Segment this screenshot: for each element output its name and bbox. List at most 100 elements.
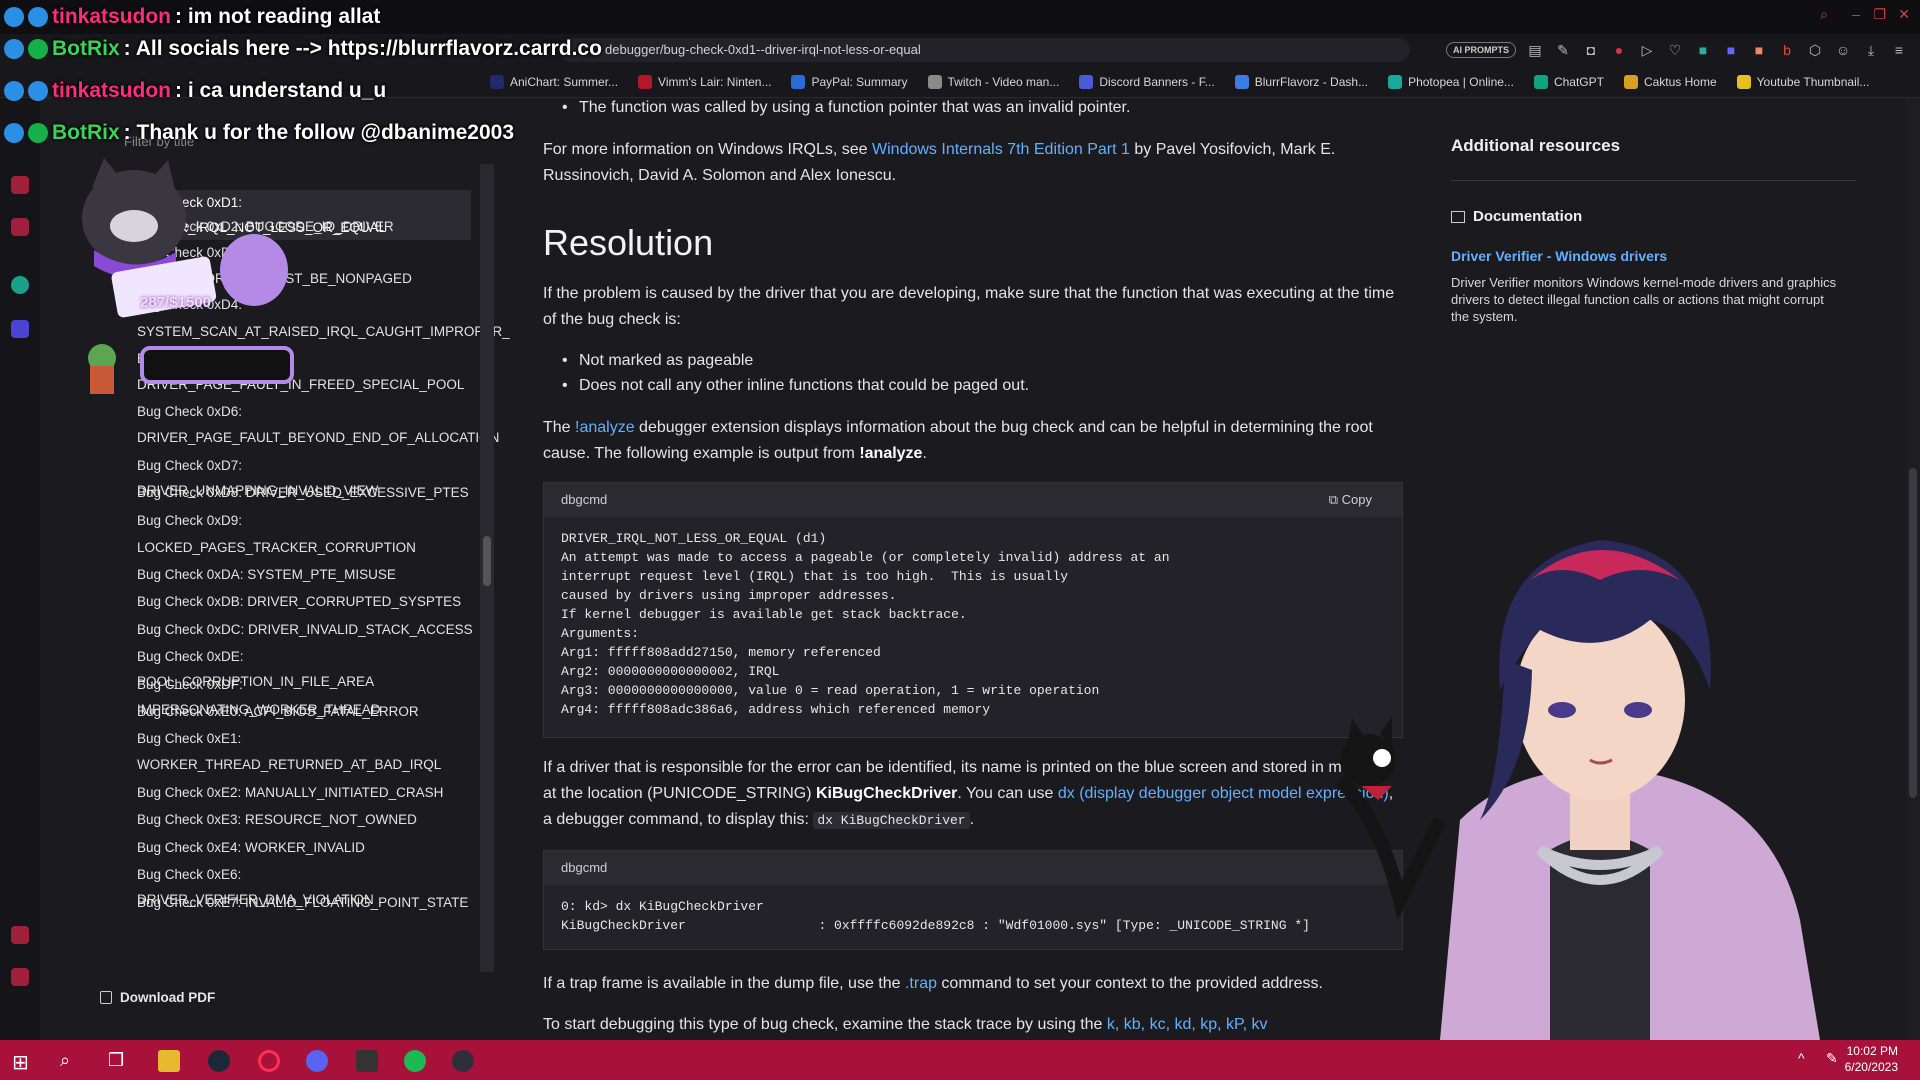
stack-command-links[interactable]: k, kb, kc, kd, kp, kP, kv <box>1107 1016 1268 1033</box>
browser-sidebar <box>0 98 40 1040</box>
search-icon[interactable]: ⌕ <box>1820 6 1828 23</box>
bookmark-item[interactable]: AniChart: Summer... <box>480 66 628 97</box>
camera-icon[interactable]: ◘ <box>1582 41 1600 59</box>
extension-icon[interactable]: ■ <box>1694 41 1712 59</box>
bookmark-favicon-icon <box>1623 74 1638 89</box>
bookmark-item[interactable]: Twitch - Video man... <box>918 66 1070 97</box>
divider <box>1451 180 1856 181</box>
chat-badge-icon <box>28 123 48 143</box>
bookmark-item[interactable]: Vimm's Lair: Ninten... <box>628 66 781 97</box>
dx-link[interactable]: dx <box>1058 785 1075 802</box>
url-input[interactable]: debugger/bug-check-0xd1--driver-irql-not… <box>560 38 1410 62</box>
calendar-icon[interactable] <box>11 176 29 194</box>
windows-start-icon[interactable]: ⊞ <box>12 1050 34 1074</box>
cube-icon[interactable]: ⬡ <box>1806 41 1824 59</box>
bookmark-label: Caktus Home <box>1643 74 1717 89</box>
heart-icon[interactable]: ♡ <box>1666 41 1684 59</box>
bookmark-favicon-icon <box>1736 74 1751 89</box>
extension-icon[interactable]: b <box>1778 41 1796 59</box>
code-header: dbgcmd ⧉ Copy <box>544 483 1402 517</box>
toc-item[interactable]: DRIVER_PAGE_FAULT_BEYOND_END_OF_ALLOCATI… <box>137 425 499 450</box>
toc-item[interactable]: Bug Check 0xE2: MANUALLY_INITIATED_CRASH <box>137 780 477 805</box>
profile-icon[interactable]: ☺ <box>1834 41 1852 59</box>
download-icon[interactable]: ⤓ <box>1862 41 1880 59</box>
file-explorer-icon[interactable] <box>158 1050 180 1072</box>
bookmark-item[interactable]: Photopea | Online... <box>1378 66 1524 97</box>
play-icon[interactable]: ▷ <box>1638 41 1656 59</box>
toc-item[interactable]: Bug Check 0xDB: DRIVER_CORRUPTED_SYSPTES <box>137 589 477 614</box>
steam-icon[interactable] <box>208 1050 230 1072</box>
main-scrollbar[interactable] <box>1906 98 1920 1040</box>
bookmark-item[interactable]: PayPal: Summary <box>781 66 917 97</box>
bookmark-label: AniChart: Summer... <box>510 74 619 89</box>
bookmark-label: ChatGPT <box>1553 74 1604 89</box>
chat-badge-icon <box>4 7 24 27</box>
bookmark-label: Discord Banners - F... <box>1099 74 1215 89</box>
main-scroll-thumb[interactable] <box>1909 468 1917 798</box>
bookmark-item[interactable]: Youtube Thumbnail... <box>1727 66 1880 97</box>
resolution-heading: Resolution <box>543 222 714 263</box>
driver-verifier-link[interactable]: Driver Verifier - Windows drivers <box>1451 248 1667 264</box>
discord-icon[interactable] <box>306 1050 328 1072</box>
extension-icon[interactable]: ■ <box>1750 41 1768 59</box>
toc-item[interactable]: Bug Check 0xE3: RESOURCE_NOT_OWNED <box>137 807 477 832</box>
chat-badge-icon <box>4 123 24 143</box>
code-content: DRIVER_IRQL_NOT_LESS_OR_EQUAL (d1) An att… <box>544 517 1402 731</box>
chat-badge-icon <box>28 81 48 101</box>
system-clock[interactable]: 10:02 PM 6/20/2023 <box>1845 1043 1898 1075</box>
windows-internals-link[interactable]: Windows Internals 7th Edition Part 1 <box>872 141 1130 158</box>
bookmark-item[interactable]: ChatGPT <box>1524 66 1614 97</box>
record-icon[interactable]: ● <box>1610 41 1628 59</box>
toc-item[interactable]: Bug Check 0xE0: ACPI_BIOS_FATAL_ERROR <box>137 699 477 724</box>
chat-text: : i ca understand u_u <box>175 79 387 102</box>
code-line: Arg2: 0000000000000002, IRQL <box>561 664 780 679</box>
task-view-icon[interactable]: ❒ <box>108 1050 130 1072</box>
toc-item[interactable]: WORKER_THREAD_RETURNED_AT_BAD_IRQL <box>137 752 477 777</box>
edit-icon[interactable]: ✎ <box>1554 41 1572 59</box>
minimize-icon[interactable]: – <box>1852 6 1860 22</box>
toc-item[interactable]: Bug Check 0xE4: WORKER_INVALID <box>137 835 477 860</box>
bookmark-favicon-icon <box>1234 74 1249 89</box>
toc-item[interactable]: Bug Check 0xDC: DRIVER_INVALID_STACK_ACC… <box>137 617 477 642</box>
toc-item[interactable]: Bug Check 0xE1: <box>137 726 477 751</box>
search-icon[interactable]: ⌕ <box>60 1050 82 1072</box>
close-icon[interactable]: ✕ <box>1898 6 1910 23</box>
toc-item[interactable]: Bug Check 0xD9: <box>137 508 477 533</box>
toc-item[interactable]: Bug Check 0xD8: DRIVER_USED_EXCESSIVE_PT… <box>137 480 477 505</box>
bookmark-label: Vimm's Lair: Ninten... <box>658 74 772 89</box>
settings-icon[interactable] <box>11 968 29 986</box>
obs-icon[interactable] <box>452 1050 474 1072</box>
bookmark-item[interactable]: BlurrFlavorz - Dash... <box>1225 66 1378 97</box>
ai-prompts-button[interactable]: AI PROMPTS <box>1445 42 1516 58</box>
cs-icon[interactable] <box>11 320 29 338</box>
pin-icon[interactable] <box>11 926 29 944</box>
copy-button[interactable]: ⧉ Copy <box>1329 483 1372 517</box>
restore-icon[interactable]: ❐ <box>1873 6 1886 23</box>
toc-item[interactable]: Bug Check 0xD6: <box>137 399 477 424</box>
toc-item[interactable]: LOCKED_PAGES_TRACKER_CORRUPTION <box>137 535 477 560</box>
toc-item[interactable]: Bug Check 0xDA: SYSTEM_PTE_MISUSE <box>137 562 477 587</box>
extension-icon[interactable]: ■ <box>1722 41 1740 59</box>
bookmark-favicon-icon <box>1079 74 1094 89</box>
opera-icon[interactable] <box>258 1050 280 1072</box>
toc-scroll-thumb[interactable] <box>483 536 491 586</box>
code-line: DRIVER_IRQL_NOT_LESS_OR_EQUAL (d1) <box>561 531 827 546</box>
trap-link[interactable]: .trap <box>905 975 937 992</box>
reader-icon[interactable]: ▤ <box>1526 41 1544 59</box>
toc-scrollbar[interactable] <box>480 164 494 972</box>
bookmark-item[interactable]: Caktus Home <box>1614 66 1727 97</box>
spotify-icon[interactable] <box>404 1050 426 1072</box>
app-icon[interactable] <box>356 1050 378 1072</box>
analyze-link[interactable]: !analyze <box>575 419 635 436</box>
bookmark-favicon-icon <box>791 74 806 89</box>
toc-item[interactable]: Bug Check 0xE7: INVALID_FLOATING_POINT_S… <box>137 890 477 915</box>
download-pdf-link[interactable]: Download PDF <box>100 990 215 1005</box>
chat-badge-icon <box>4 39 24 59</box>
mail-icon[interactable] <box>11 218 29 236</box>
menu-icon[interactable]: ≡ <box>1890 41 1908 59</box>
chat-username: tinkatsudon <box>52 79 171 102</box>
chat-message: BotRix: All socials here --> https://blu… <box>4 32 602 66</box>
bookmark-item[interactable]: Discord Banners - F... <box>1069 66 1224 97</box>
chevron-up-icon[interactable]: ^ <box>1798 1050 1820 1072</box>
chatgpt-icon[interactable] <box>11 276 29 294</box>
